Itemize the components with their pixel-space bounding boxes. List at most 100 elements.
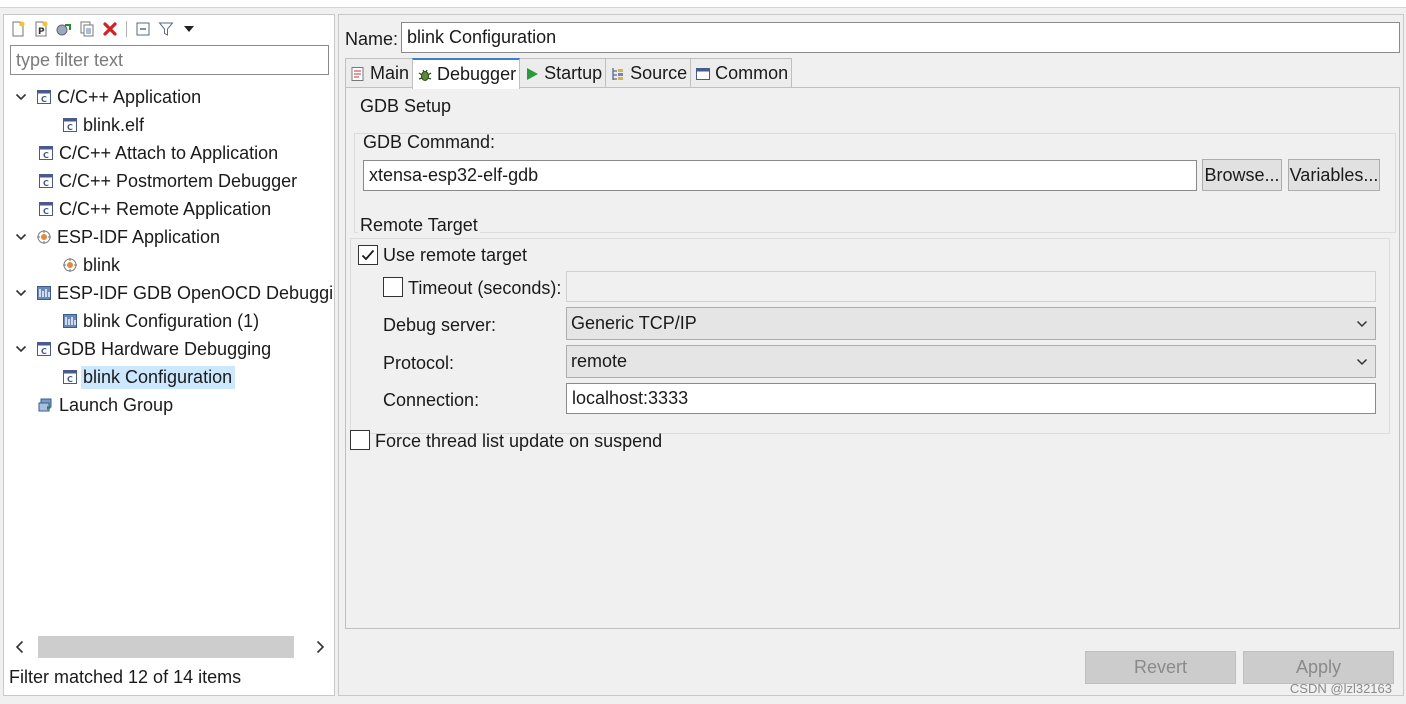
timeout-label: Timeout (seconds): [408, 278, 562, 298]
tab-source[interactable]: Source [605, 58, 692, 88]
tab-startup[interactable]: Startup [519, 58, 607, 88]
svg-text:C: C [67, 123, 73, 132]
tree-item-label: GDB Hardware Debugging [57, 338, 272, 359]
svg-text:C: C [41, 95, 47, 104]
protocol-label: Protocol: [383, 353, 455, 373]
tree-item-label: C/C++ Attach to Application [59, 142, 279, 163]
configuration-tabs: Main Debugger Startup Source Common [345, 58, 793, 89]
filter-status-text: Filter matched 12 of 14 items [9, 667, 242, 687]
chevron-down-icon[interactable] [14, 286, 28, 300]
tree-item-cpp-remote[interactable]: C C/C++ Remote Application [38, 196, 271, 222]
tab-debugger[interactable]: Debugger [412, 58, 521, 89]
debugger-tab-content: GDB Setup GDB Command: Browse... Variabl… [345, 87, 1400, 629]
use-remote-target-checkbox[interactable] [358, 245, 378, 265]
tree-item-label: ESP-IDF Application [57, 226, 221, 247]
new-configuration-icon[interactable] [8, 19, 28, 39]
launch-group-icon [38, 398, 52, 412]
top-border [0, 0, 1406, 8]
export-icon[interactable] [54, 19, 74, 39]
svg-text:C: C [41, 347, 47, 356]
browse-button[interactable]: Browse... [1202, 159, 1282, 191]
chevron-down-icon [1353, 315, 1371, 333]
cpp-launch-icon: C [37, 342, 51, 356]
timeout-checkbox[interactable] [383, 277, 403, 297]
cpp-launch-icon: C [39, 174, 53, 188]
esp-idf-icon [63, 258, 77, 272]
horizontal-scrollbar[interactable] [8, 633, 332, 661]
chevron-down-icon [1353, 353, 1371, 371]
tree-item-blink-configuration[interactable]: C blink Configuration [62, 364, 236, 390]
tree-item-label: blink.elf [83, 114, 145, 135]
scrollbar-thumb[interactable] [38, 636, 294, 658]
debugger-tab-icon [418, 69, 432, 81]
tab-label: Startup [544, 63, 603, 83]
chevron-down-icon[interactable] [14, 90, 28, 104]
openocd-icon [37, 286, 51, 300]
tree-item-cpp-attach[interactable]: C C/C++ Attach to Application [38, 140, 278, 166]
tree-item-label: blink [83, 254, 121, 275]
tree-item-label: ESP-IDF GDB OpenOCD Debuggin [57, 282, 334, 303]
tree-item-label: blink Configuration (1) [83, 310, 260, 331]
scrollbar-track[interactable] [32, 636, 308, 658]
remote-target-title: Remote Target [358, 215, 480, 236]
view-menu-icon[interactable] [179, 19, 199, 39]
tree-item-cpp-application[interactable]: C C/C++ Application [14, 84, 201, 110]
variables-button[interactable]: Variables... [1288, 159, 1380, 191]
tree-item-blink-elf[interactable]: C blink.elf [62, 112, 144, 138]
revert-button[interactable]: Revert [1085, 651, 1236, 684]
protocol-select[interactable]: remote [566, 345, 1376, 378]
svg-text:C: C [43, 179, 49, 188]
tree-item-label: C/C++ Application [57, 86, 202, 107]
configurations-toolbar: P [8, 17, 199, 41]
gdb-command-input[interactable] [363, 160, 1197, 191]
tree-item-label: C/C++ Remote Application [59, 198, 272, 219]
source-tab-icon [612, 67, 624, 80]
new-prototype-icon[interactable]: P [31, 19, 51, 39]
cpp-launch-icon: C [63, 370, 77, 384]
chevron-down-icon[interactable] [14, 230, 28, 244]
scroll-left-icon[interactable] [8, 635, 32, 659]
name-input[interactable] [401, 22, 1400, 53]
chevron-down-icon[interactable] [14, 342, 28, 356]
gdb-command-label: GDB Command: [363, 132, 496, 152]
checkmark-icon [361, 249, 375, 261]
filter-input[interactable] [10, 45, 329, 75]
apply-button[interactable]: Apply [1243, 651, 1394, 684]
force-thread-list-checkbox[interactable] [350, 430, 370, 450]
debug-server-select[interactable]: Generic TCP/IP [566, 307, 1376, 340]
collapse-all-icon[interactable] [133, 19, 153, 39]
force-thread-list-label: Force thread list update on suspend [375, 431, 663, 451]
cpp-launch-icon: C [37, 90, 51, 104]
delete-icon[interactable] [100, 19, 120, 39]
debug-server-value: Generic TCP/IP [571, 313, 697, 333]
svg-text:P: P [38, 27, 45, 37]
tree-item-launch-group[interactable]: Launch Group [38, 392, 173, 418]
cpp-launch-icon: C [39, 146, 53, 160]
duplicate-icon[interactable] [77, 19, 97, 39]
connection-input[interactable] [566, 383, 1376, 414]
launch-configurations-pane: P C C/C++ Application C [3, 14, 335, 696]
timeout-input[interactable] [566, 271, 1376, 302]
cpp-launch-icon: C [39, 202, 53, 216]
svg-text:C: C [43, 151, 49, 160]
filter-icon[interactable] [156, 19, 176, 39]
tree-item-label: blink Configuration [81, 365, 236, 389]
tree-item-blink-configuration-1[interactable]: blink Configuration (1) [62, 308, 259, 334]
tree-item-gdb-hardware-debugging[interactable]: C GDB Hardware Debugging [14, 336, 271, 362]
tree-item-cpp-postmortem[interactable]: C C/C++ Postmortem Debugger [38, 168, 297, 194]
watermark: CSDN @lzl32163 [1289, 681, 1392, 696]
tree-item-esp-idf-openocd[interactable]: ESP-IDF GDB OpenOCD Debuggin [14, 280, 334, 306]
toolbar-separator [126, 21, 127, 37]
gdb-setup-title: GDB Setup [358, 96, 454, 117]
tree-item-esp-idf-application[interactable]: ESP-IDF Application [14, 224, 220, 250]
protocol-value: remote [571, 351, 628, 371]
tab-main[interactable]: Main [345, 58, 414, 88]
svg-text:C: C [43, 207, 49, 216]
tree-item-label: Launch Group [59, 394, 174, 415]
tab-common[interactable]: Common [690, 58, 793, 88]
tab-label: Source [630, 63, 688, 83]
scroll-right-icon[interactable] [308, 635, 332, 659]
tab-label: Common [715, 63, 789, 83]
openocd-icon [63, 314, 77, 328]
tree-item-blink[interactable]: blink [62, 252, 120, 278]
